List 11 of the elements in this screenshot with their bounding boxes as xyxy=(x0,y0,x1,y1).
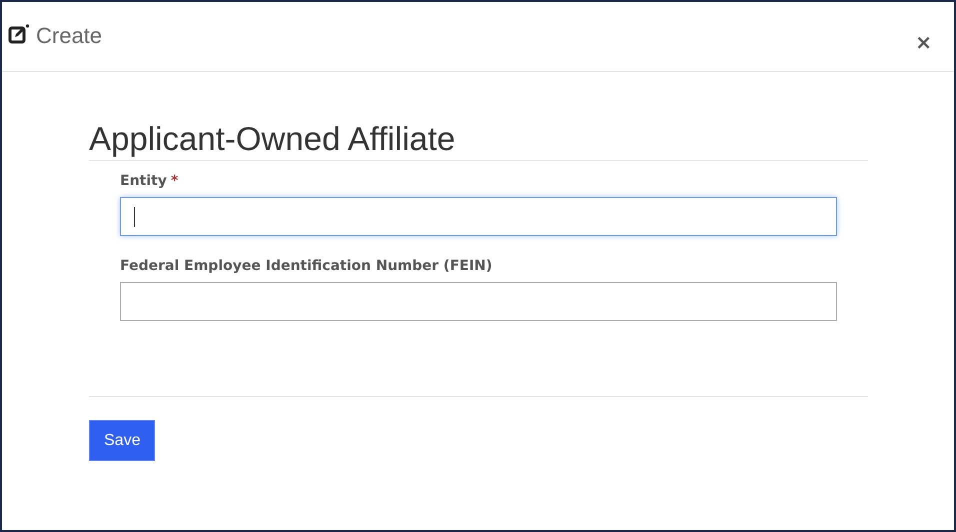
close-button[interactable]: × xyxy=(911,30,936,54)
required-mark: * xyxy=(170,173,178,189)
text-cursor xyxy=(134,206,135,226)
save-button[interactable]: Save xyxy=(89,420,156,461)
input-field[interactable] xyxy=(120,197,837,236)
field-label: Entity xyxy=(120,173,167,189)
form-heading: Applicant-Owned Affiliate xyxy=(89,120,868,161)
input-field[interactable] xyxy=(120,282,837,321)
dialog-title: Create xyxy=(36,22,102,48)
edit-icon xyxy=(8,24,30,44)
field-label: Federal Employee Identification Number (FEIN) xyxy=(120,258,492,274)
